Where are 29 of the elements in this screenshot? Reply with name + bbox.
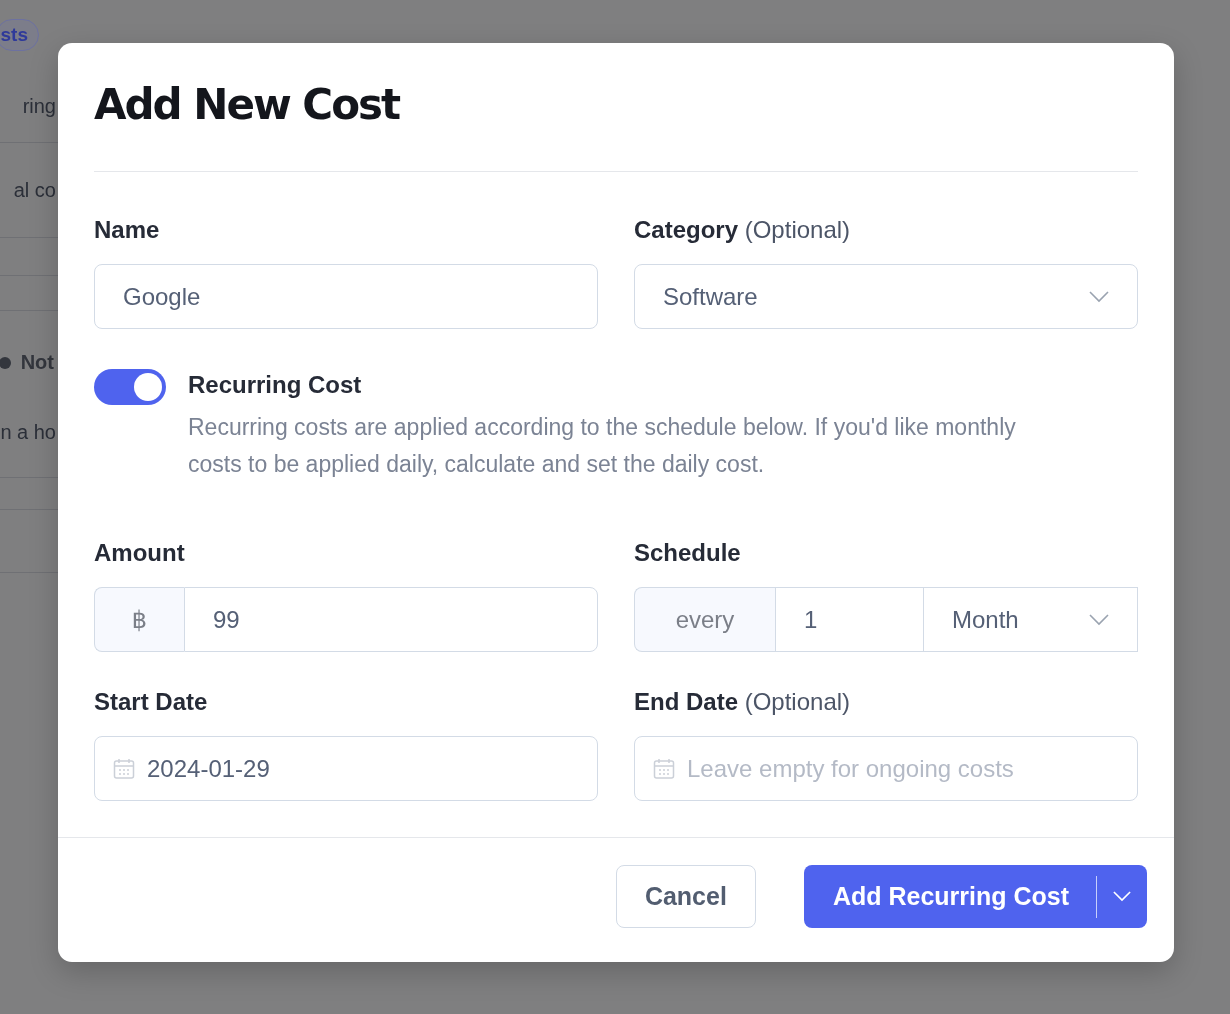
interval-field[interactable]: 1 bbox=[775, 587, 924, 652]
calendar-icon bbox=[113, 757, 135, 780]
status-label: Not bbox=[0, 351, 54, 374]
category-select[interactable]: Software bbox=[634, 264, 1138, 329]
field-label: Schedule bbox=[634, 539, 742, 567]
field-label: Category (Optional) bbox=[634, 216, 852, 244]
background-text: al co bbox=[13, 178, 56, 202]
background-text: n a ho bbox=[0, 421, 56, 444]
amount-field[interactable]: 99 bbox=[184, 587, 598, 652]
field-label: Name bbox=[94, 216, 161, 244]
field-label: Start Date bbox=[94, 688, 209, 716]
cancel-button[interactable]: Cancel bbox=[615, 865, 756, 928]
chevron-down-icon bbox=[1089, 290, 1109, 303]
background-text: ring bbox=[22, 94, 56, 118]
name-field[interactable]: Google bbox=[94, 264, 598, 329]
calendar-icon bbox=[653, 757, 675, 780]
schedule-prefix: every bbox=[634, 587, 775, 652]
chevron-down-icon bbox=[1089, 613, 1109, 626]
start-date-field[interactable]: 2024-01-29 bbox=[94, 736, 598, 801]
unit-select[interactable]: Month bbox=[924, 587, 1138, 652]
toggle-description: Recurring costs are applied according to the schedule below. If you'd like monthly costs to be applied daily, calculate and set the daily cost. bbox=[188, 413, 1017, 479]
tab-badge: sts bbox=[0, 19, 39, 51]
field-label: Amount bbox=[94, 539, 186, 567]
recurring-toggle[interactable] bbox=[94, 369, 166, 405]
toggle-label: Recurring Cost bbox=[188, 371, 363, 399]
dialog-title: Add New Cost bbox=[94, 43, 1138, 172]
currency-prefix: ฿ bbox=[94, 587, 184, 652]
chevron-down-icon bbox=[1113, 891, 1131, 902]
field-label: End Date (Optional) bbox=[634, 688, 852, 716]
